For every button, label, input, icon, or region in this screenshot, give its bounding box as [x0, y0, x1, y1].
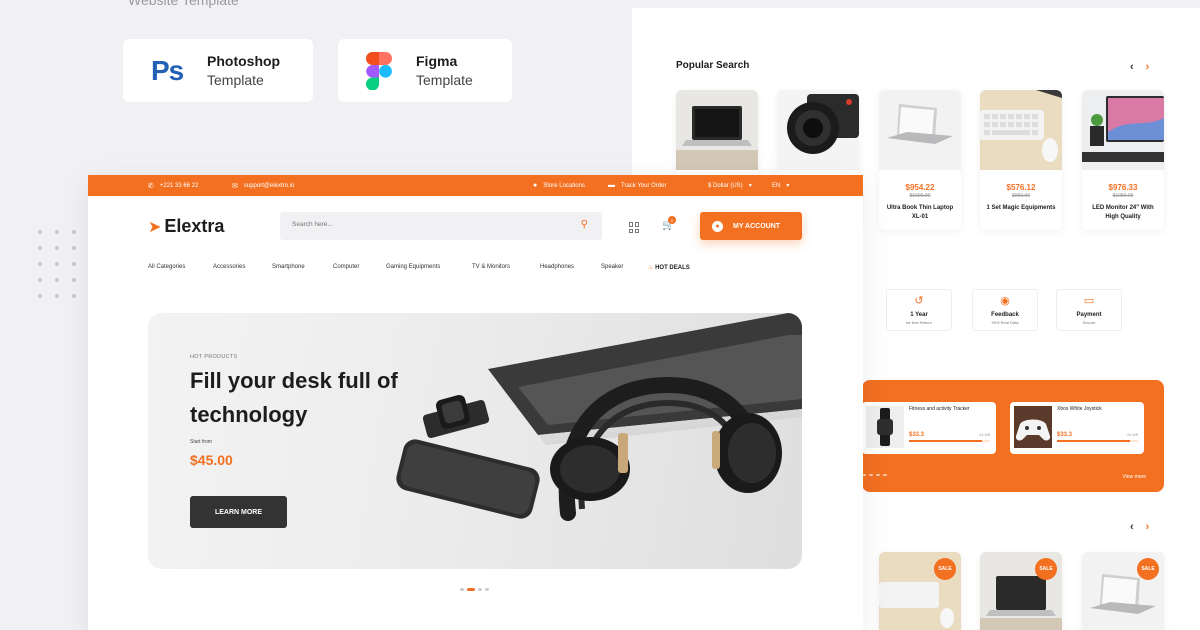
nav-item-hot-deals[interactable]: ♨ HOT DEALS — [648, 264, 690, 271]
email-contact[interactable]: ✉ support@elextro.io — [232, 175, 294, 196]
slide-dot[interactable] — [485, 588, 489, 591]
template-caption: Website Template — [128, 0, 239, 8]
nav-item-smartphone[interactable]: Smartphone — [272, 264, 305, 270]
deals-band: Fitness and activity Tracker $33.3 24 le… — [862, 380, 1164, 492]
search-icon[interactable]: ⚲ — [581, 219, 588, 230]
nav-item-speaker[interactable]: Speaker — [601, 264, 623, 270]
badge-title: Photoshop — [207, 52, 281, 69]
hero-pagination — [460, 588, 489, 591]
currency-select[interactable]: $ Dollar (US) ▾ — [708, 175, 752, 196]
grid-view-icon[interactable] — [629, 222, 640, 233]
view-more-link[interactable]: View more — [1122, 474, 1146, 480]
chat-icon: ◉ — [1000, 295, 1010, 307]
mail-icon: ✉ — [232, 182, 238, 190]
language-select[interactable]: EN ▾ — [772, 175, 789, 196]
chevron-left-icon[interactable]: ‹ — [1130, 61, 1134, 73]
camera-product-image — [777, 90, 859, 170]
decorative-dots — [38, 230, 89, 298]
watch-product-image — [866, 406, 904, 448]
chevron-right-icon[interactable]: › — [1146, 521, 1150, 533]
deal-card[interactable]: Xbox White Joystick $33.3 24 left — [1010, 402, 1144, 454]
slide-dot[interactable] — [478, 588, 482, 591]
joystick-product-image — [1014, 406, 1052, 448]
sale-product-card[interactable]: SALE — [980, 552, 1062, 630]
monitor-product-image — [1082, 90, 1164, 170]
popular-nav-arrows: ‹ › — [1130, 61, 1149, 73]
nav-item-headphones[interactable]: Headphones — [540, 264, 574, 270]
badge-subtitle: Template — [207, 71, 264, 88]
hero-title: Fill your desk full of technology — [190, 368, 398, 427]
user-icon: ● — [712, 220, 723, 232]
my-account-button[interactable]: ● MY ACCOUNT — [700, 212, 802, 240]
figma-logo-icon — [366, 51, 416, 90]
badge-title: Figma — [416, 52, 458, 69]
badge-subtitle: Template — [416, 71, 473, 88]
hero-price: $45.00 — [190, 452, 233, 468]
category-nav: All Categories Accessories Smartphone Co… — [88, 256, 863, 280]
main-page-preview: ✆ +221 33 66 22 ✉ support@elextro.io ● S… — [88, 175, 863, 630]
nav-item-gaming[interactable]: Gaming Equipments — [386, 264, 440, 270]
popular-search-title: Popular Search — [676, 60, 750, 71]
deal-card[interactable]: Fitness and activity Tracker $33.3 24 le… — [862, 402, 996, 454]
store-locations-link[interactable]: ● Store Locations — [533, 175, 585, 196]
product-card[interactable]: $954.22 $1000.00 Ultra Book Thin Laptop … — [879, 90, 961, 230]
slide-dot-active[interactable] — [467, 588, 475, 591]
sale-badge: SALE — [934, 558, 956, 580]
search-input[interactable] — [292, 221, 492, 228]
keyboard-product-image — [980, 90, 1062, 170]
sale-badge: SALE — [1137, 558, 1159, 580]
hero-start-label: Start from — [190, 439, 212, 445]
site-header: ➤ Elextra ⚲ 🛒 0 ● MY ACCOUNT — [88, 196, 863, 256]
photoshop-template-card: Ps Photoshop Template — [123, 39, 313, 102]
nav-item-computer[interactable]: Computer — [333, 264, 359, 270]
slide-dot[interactable] — [460, 588, 464, 591]
phone-contact[interactable]: ✆ +221 33 66 22 — [148, 175, 198, 196]
sale-product-card[interactable]: SALE — [879, 552, 961, 630]
site-logo[interactable]: ➤ Elextra — [148, 216, 224, 237]
history-icon: ↺ — [914, 295, 924, 307]
credit-card-icon: ▭ — [1083, 295, 1095, 307]
nav-item-accessories[interactable]: Accessories — [213, 264, 245, 270]
smartwatch — [422, 394, 490, 438]
feature-feedback: ◉ Feedback 99% Real Data — [972, 289, 1038, 331]
nav-item-all-categories[interactable]: All Categories — [148, 264, 185, 270]
hero-product-photo — [396, 313, 802, 521]
map-pin-icon: ● — [533, 182, 538, 189]
nav-item-tv-monitors[interactable]: TV & Monitors — [472, 264, 510, 270]
figma-template-card: Figma Template — [338, 39, 512, 102]
chevron-down-icon: ▾ — [786, 183, 790, 189]
phone-icon: ✆ — [148, 182, 154, 190]
sale-nav-arrows: ‹ › — [1130, 521, 1149, 533]
deal-progress — [909, 440, 990, 442]
chevron-left-icon[interactable]: ‹ — [1130, 521, 1134, 533]
chevron-down-icon: ▾ — [748, 183, 752, 189]
top-bar: ✆ +221 33 66 22 ✉ support@elextro.io ● S… — [88, 175, 863, 196]
band-pagination — [862, 474, 887, 476]
laptop-product-image — [676, 90, 758, 170]
feature-return: ↺ 1 Year for free Return — [886, 289, 952, 331]
hero-eyebrow: HOT PRODUCTS — [190, 354, 238, 360]
search-bar: ⚲ — [280, 212, 602, 240]
product-card[interactable]: $576.12 $650.00 1 Set Magic Equipments — [980, 90, 1062, 230]
laptop-product-image — [879, 90, 961, 170]
truck-icon: ▬ — [608, 182, 615, 189]
hero-banner: HOT PRODUCTS Fill your desk full of tech… — [148, 313, 802, 569]
sale-product-card[interactable]: SALE — [1082, 552, 1164, 630]
flame-icon: ♨ — [648, 265, 654, 271]
deal-progress — [1057, 440, 1138, 442]
product-card[interactable]: $976.33 $1050.00 LED Monitor 24" With Hi… — [1082, 90, 1164, 230]
learn-more-button[interactable]: LEARN MORE — [190, 496, 287, 528]
bolt-icon: ➤ — [148, 218, 162, 236]
sale-badge: SALE — [1035, 558, 1057, 580]
track-order-link[interactable]: ▬ Track Your Order — [608, 175, 666, 196]
cart-count-badge: 0 — [668, 216, 676, 224]
photoshop-logo-icon: Ps — [151, 54, 184, 86]
chevron-right-icon[interactable]: › — [1146, 61, 1150, 73]
feature-payment: ▭ Payment Secure — [1056, 289, 1122, 331]
